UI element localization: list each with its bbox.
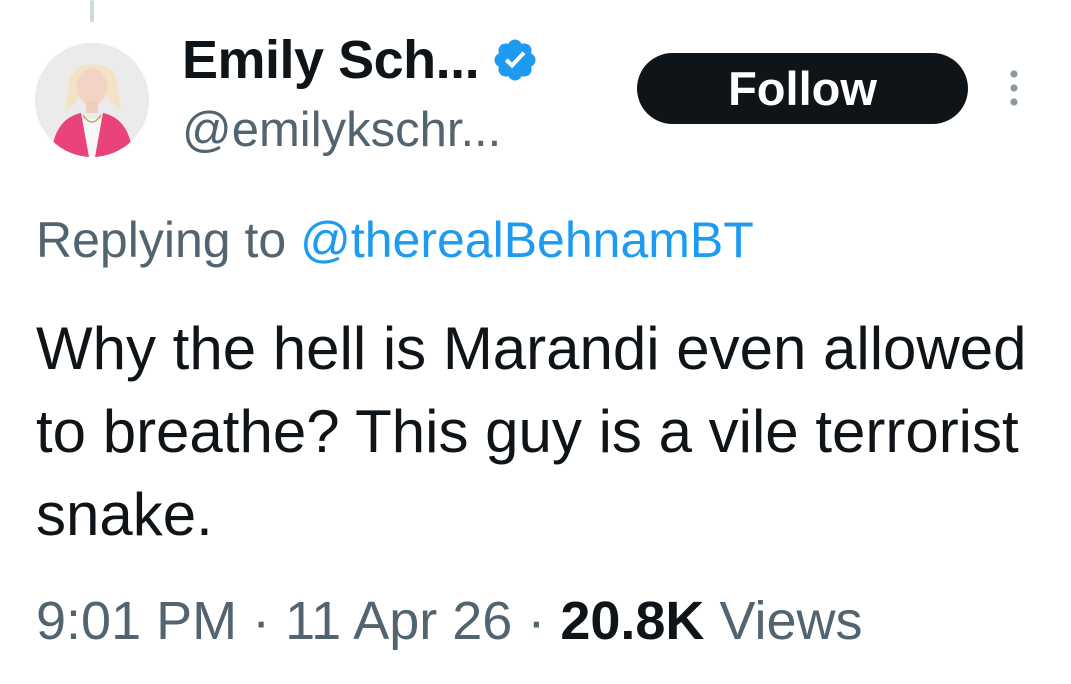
author-display-name[interactable]: Emily Sch... bbox=[182, 27, 480, 93]
replying-to-label: Replying to bbox=[36, 212, 287, 268]
meta-separator: · bbox=[527, 591, 546, 651]
tweet-text: Why the hell is Marandi even allowed to … bbox=[36, 315, 1027, 548]
replying-to-line: Replying to @therealBehnamBT bbox=[36, 208, 754, 272]
tweet-date[interactable]: 11 Apr 26 bbox=[285, 591, 512, 651]
verified-badge-icon bbox=[491, 36, 539, 84]
follow-button[interactable]: Follow bbox=[637, 53, 968, 124]
thread-connector-line bbox=[90, 0, 94, 22]
tweet-time[interactable]: 9:01 PM bbox=[36, 591, 237, 651]
avatar[interactable] bbox=[35, 43, 149, 157]
views-count: 20.8K bbox=[560, 591, 705, 651]
more-vertical-icon[interactable] bbox=[1003, 68, 1025, 112]
tweet-detail: Emily Sch... @emilykschr... Follow Reply… bbox=[0, 0, 1071, 684]
meta-separator: · bbox=[252, 591, 271, 651]
reply-mention-link[interactable]: @therealBehnamBT bbox=[300, 212, 754, 268]
views-label: Views bbox=[719, 591, 863, 651]
tweet-meta: 9:01 PM · 11 Apr 26 · 20.8K Views bbox=[36, 586, 863, 656]
author-name-row[interactable]: Emily Sch... bbox=[182, 27, 539, 93]
author-handle[interactable]: @emilykschr... bbox=[182, 100, 501, 160]
